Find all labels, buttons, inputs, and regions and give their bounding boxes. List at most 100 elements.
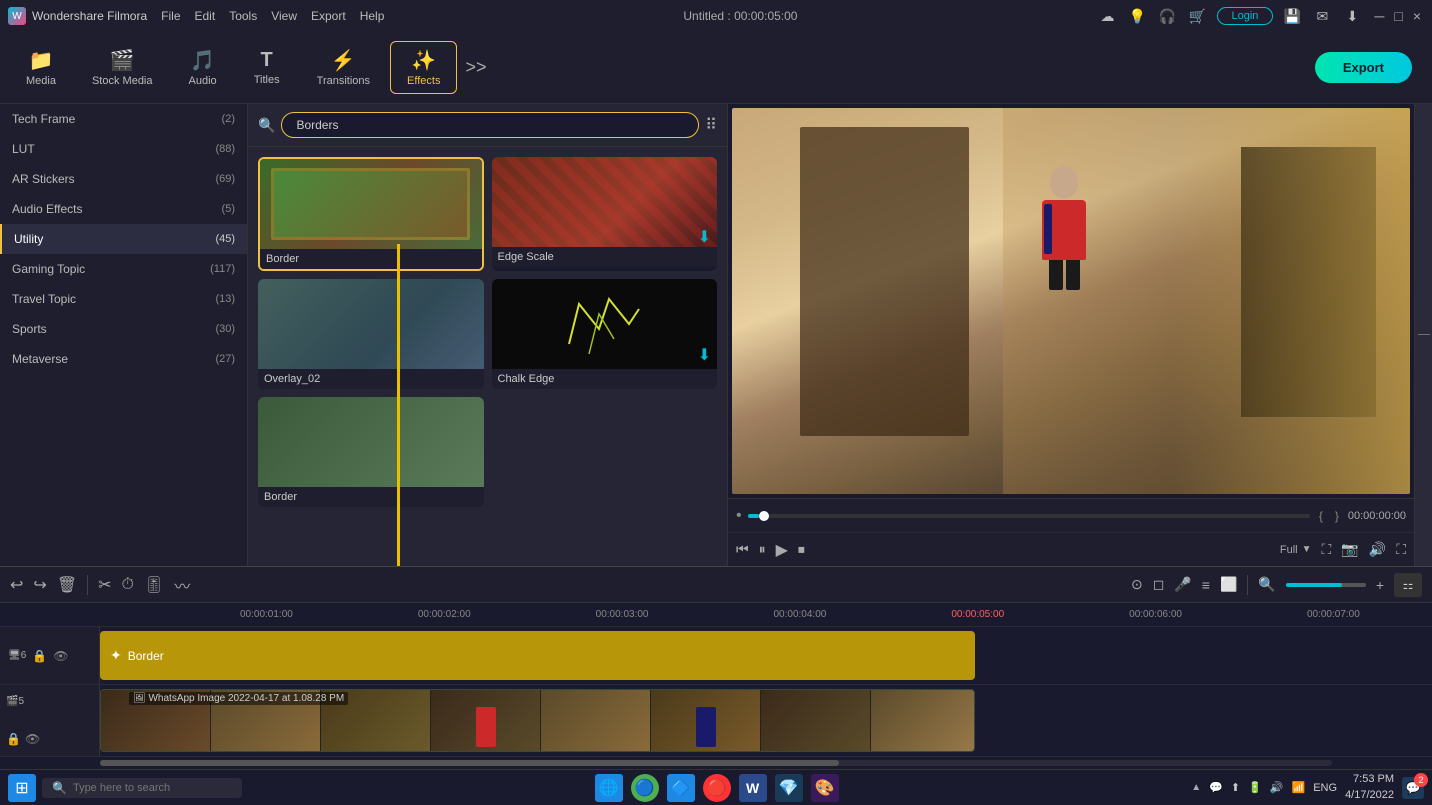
zoom-out-icon[interactable]: 🔍 [1258, 576, 1275, 593]
menu-edit[interactable]: Edit [195, 9, 216, 23]
play-button[interactable]: ▶ [776, 540, 788, 560]
subtitles-icon[interactable]: ≡ [1202, 577, 1210, 593]
taskbar-app-filmora[interactable]: 💎 [775, 774, 803, 802]
taskbar-battery-icon[interactable]: 🔋 [1248, 781, 1262, 794]
effect-border[interactable]: Border [258, 157, 484, 271]
sidebar-item-metaverse[interactable]: Metaverse (27) [0, 344, 247, 374]
toolbar-transitions[interactable]: ⚡ Transitions [301, 42, 386, 93]
menu-help[interactable]: Help [360, 9, 385, 23]
bulb-icon[interactable]: 💡 [1127, 5, 1149, 27]
close-button[interactable]: × [1410, 8, 1424, 24]
menu-view[interactable]: View [271, 9, 297, 23]
sidebar-item-ar-stickers[interactable]: AR Stickers (69) [0, 164, 247, 194]
taskbar-upload-icon[interactable]: ⬆ [1231, 781, 1240, 794]
fit-screen-icon[interactable]: ⛶ [1322, 541, 1332, 558]
notification-button[interactable]: 💬 2 [1402, 777, 1424, 799]
audio-equalizer-button[interactable]: 🎚 [144, 575, 164, 595]
border-effect-clip[interactable]: ✦ Border [100, 631, 975, 680]
minimize-button[interactable]: ─ [1371, 8, 1387, 24]
taskbar-wifi-icon[interactable]: 📶 [1292, 781, 1306, 794]
grid-view-icon[interactable]: ⠿ [705, 115, 717, 135]
more-tools-button[interactable]: >> [465, 57, 486, 78]
scroll-thumb[interactable] [100, 760, 839, 766]
effect-chalk-edge[interactable]: ⬇ Chalk Edge [492, 279, 718, 389]
sidebar-count-gaming-topic: (117) [210, 263, 235, 275]
titlebar-menus: File Edit Tools View Export Help [161, 9, 384, 23]
right-panel-toggle[interactable]: │ [1414, 104, 1432, 566]
timeline-scrollbar[interactable] [0, 757, 1432, 769]
toolbar-media[interactable]: 📁 Media [10, 42, 72, 93]
timeline-view-toggle[interactable]: ⚏ [1394, 573, 1422, 597]
effect-overlay-02[interactable]: Overlay_02 [258, 279, 484, 389]
taskbar-app-paint[interactable]: 🎨 [811, 774, 839, 802]
fullscreen-icon[interactable]: ⛶ [1396, 541, 1406, 558]
menu-export[interactable]: Export [311, 9, 346, 23]
waveform-button[interactable]: 〰 [174, 573, 190, 597]
taskbar-search[interactable]: 🔍 [42, 778, 242, 798]
mask-icon[interactable]: ◻ [1153, 576, 1165, 593]
delete-button[interactable]: 🗑 [57, 575, 77, 595]
toolbar-stock-media[interactable]: 🎬 Stock Media [76, 42, 169, 93]
video-clip[interactable]: 🖼 WhatsApp Image 2022-04-17 at 1.08.28 P… [100, 689, 975, 752]
menu-file[interactable]: File [161, 9, 180, 23]
track-5-eye-icon[interactable]: 👁 [25, 732, 40, 746]
zoom-slider[interactable] [1286, 583, 1366, 587]
sidebar-item-sports[interactable]: Sports (30) [0, 314, 247, 344]
time-mark-3: 00:00:03:00 [596, 609, 649, 620]
save-icon[interactable]: 💾 [1281, 5, 1303, 27]
mail-icon[interactable]: ✉ [1311, 5, 1333, 27]
taskbar-search-input[interactable] [73, 782, 232, 794]
zoom-in-icon[interactable]: + [1376, 577, 1384, 593]
picture-in-picture-icon[interactable]: ⬜ [1220, 576, 1237, 593]
filter-icon[interactable]: ⊙ [1131, 576, 1143, 593]
taskbar-app-chrome[interactable]: 🔵 [631, 774, 659, 802]
taskbar-app-word[interactable]: W [739, 774, 767, 802]
sidebar-item-gaming-topic[interactable]: Gaming Topic (117) [0, 254, 247, 284]
taskbar-chat-icon[interactable]: 💬 [1209, 781, 1223, 794]
time-mark-1: 00:00:01:00 [240, 609, 293, 620]
taskbar-volume-icon[interactable]: 🔊 [1270, 781, 1284, 794]
track-6-eye-icon[interactable]: 👁 [53, 649, 68, 663]
menu-tools[interactable]: Tools [229, 9, 257, 23]
effect-edge-scale[interactable]: ⬇ Edge Scale [492, 157, 718, 271]
step-back-button[interactable]: ⏮ [736, 541, 749, 558]
taskbar-app-ie[interactable]: 🌐 [595, 774, 623, 802]
sidebar-item-tech-frame[interactable]: Tech Frame (2) [0, 104, 247, 134]
preview-timeline-slider[interactable] [748, 514, 1310, 518]
download-icon[interactable]: ⬇ [1341, 5, 1363, 27]
effect-border-2[interactable]: Border [258, 397, 484, 507]
track-6-lock-icon[interactable]: 🔒 [32, 649, 47, 663]
sidebar-item-travel-topic[interactable]: Travel Topic (13) [0, 284, 247, 314]
toolbar-titles[interactable]: T Titles [237, 43, 297, 92]
search-input[interactable] [281, 112, 699, 138]
sidebar-item-audio-effects[interactable]: Audio Effects (5) [0, 194, 247, 224]
taskbar-app-opera[interactable]: 🔴 [703, 774, 731, 802]
taskbar-chevron-icon[interactable]: ▲ [1191, 782, 1201, 793]
volume-icon[interactable]: 🔊 [1369, 541, 1386, 558]
microphone-icon[interactable]: 🎤 [1174, 576, 1191, 593]
preview-time-display: 00:00:00:00 [1348, 510, 1406, 522]
play-pause-button[interactable]: ⏸ [759, 541, 766, 558]
sidebar-item-lut[interactable]: LUT (88) [0, 134, 247, 164]
taskbar-app-edge[interactable]: 🔷 [667, 774, 695, 802]
taskbar-clock[interactable]: 7:53 PM 4/17/2022 [1345, 772, 1394, 803]
maximize-button[interactable]: □ [1391, 8, 1405, 24]
headset-icon[interactable]: 🎧 [1157, 5, 1179, 27]
track-5-lock-icon[interactable]: 🔒 [6, 732, 21, 746]
quality-selector[interactable]: Full ▼ [1280, 544, 1312, 556]
cloud-icon[interactable]: ☁ [1097, 5, 1119, 27]
screenshot-icon[interactable]: 📷 [1341, 541, 1358, 558]
chalk-edge-download-icon: ⬇ [698, 345, 711, 365]
sidebar-item-utility[interactable]: Utility (45) [0, 224, 247, 254]
login-button[interactable]: Login [1217, 7, 1274, 25]
stop-button[interactable]: ⏹ [798, 541, 805, 558]
toolbar-audio[interactable]: 🎵 Audio [173, 42, 233, 93]
export-button[interactable]: Export [1315, 52, 1412, 83]
cut-button[interactable]: ✂ [98, 575, 111, 595]
redo-button[interactable]: ↪ [33, 575, 46, 595]
undo-button[interactable]: ↩ [10, 575, 23, 595]
toolbar-effects[interactable]: ✨ Effects [390, 41, 457, 94]
cart-icon[interactable]: 🛒 [1187, 5, 1209, 27]
start-button[interactable]: ⊞ [8, 774, 36, 802]
speed-button[interactable]: ⏱ [122, 576, 134, 594]
